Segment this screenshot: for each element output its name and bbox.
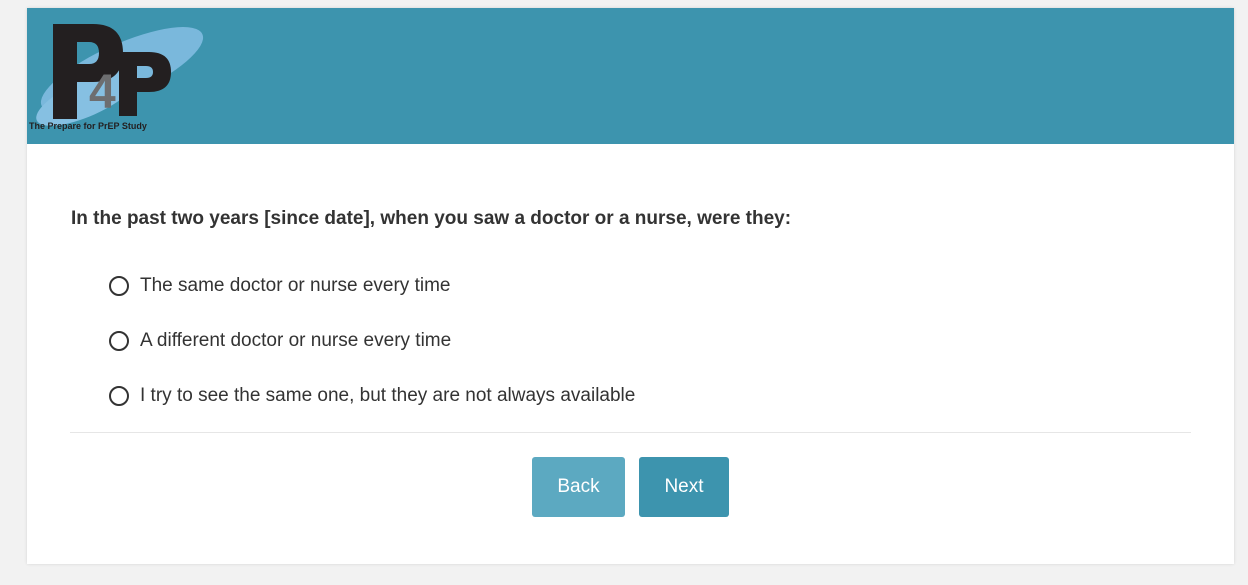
logo-caption: The Prepare for PrEP Study <box>29 121 147 131</box>
option-different-provider[interactable]: A different doctor or nurse every time <box>109 313 635 368</box>
option-same-provider[interactable]: The same doctor or nurse every time <box>109 258 635 313</box>
question-text: In the past two years [since date], when… <box>71 208 792 229</box>
option-label: A different doctor or nurse every time <box>140 329 452 351</box>
radio-button[interactable] <box>109 385 129 406</box>
svg-text:4: 4 <box>89 66 116 119</box>
radio-button[interactable] <box>109 330 129 351</box>
study-logo: 4 The Prepare for PrEP Study <box>27 8 227 144</box>
answer-options: The same doctor or nurse every time A di… <box>109 258 635 423</box>
next-button[interactable]: Next <box>639 457 729 517</box>
option-try-same-provider[interactable]: I try to see the same one, but they are … <box>109 368 635 423</box>
radio-button[interactable] <box>109 275 129 296</box>
header-banner: 4 The Prepare for PrEP Study <box>27 8 1234 144</box>
option-label: The same doctor or nurse every time <box>140 274 451 296</box>
option-label: I try to see the same one, but they are … <box>140 384 636 406</box>
survey-card: 4 The Prepare for PrEP Study In the past… <box>27 8 1234 564</box>
back-button[interactable]: Back <box>532 457 625 517</box>
divider <box>70 432 1191 433</box>
